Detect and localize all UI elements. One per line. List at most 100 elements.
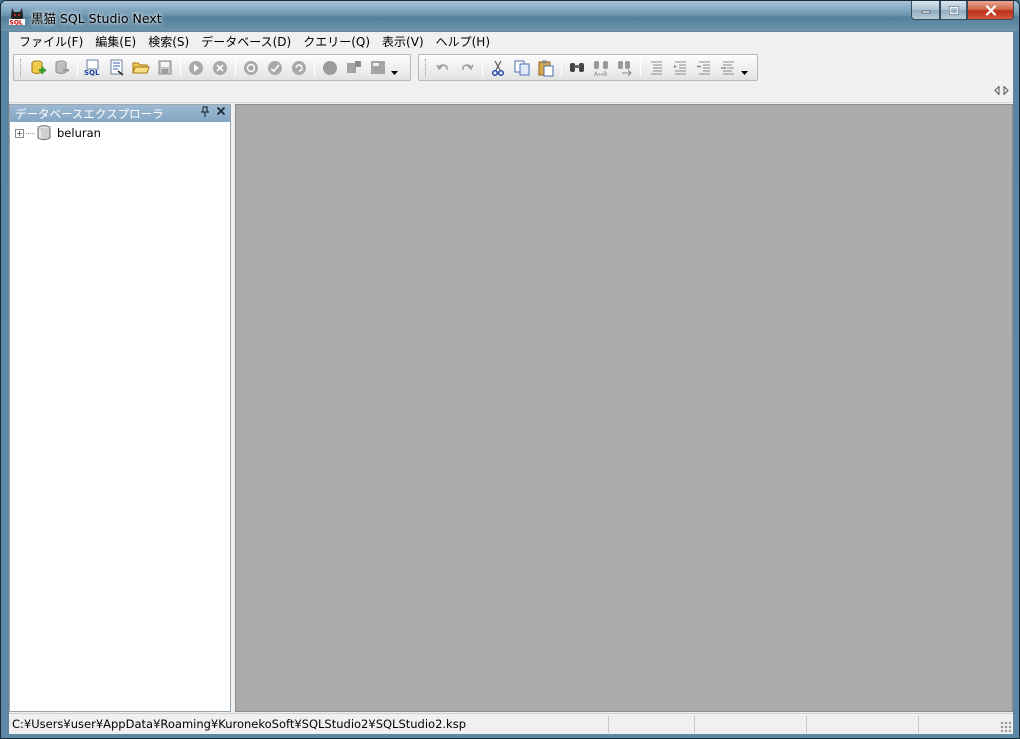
close-icon[interactable] bbox=[216, 106, 226, 116]
resize-grip[interactable] bbox=[1000, 721, 1011, 732]
new-connection-button[interactable] bbox=[28, 58, 48, 78]
comment-button[interactable] bbox=[646, 58, 666, 78]
new-connection-icon bbox=[31, 60, 46, 74]
find-button[interactable] bbox=[567, 58, 587, 78]
rollback-button[interactable] bbox=[265, 58, 285, 78]
toolbar-grip[interactable] bbox=[20, 58, 23, 77]
status-bar: C:¥Users¥user¥AppData¥Roaming¥KuronekoSo… bbox=[9, 713, 1013, 734]
menu-database[interactable]: データベース(D) bbox=[195, 33, 297, 51]
toolbar-overflow-button[interactable] bbox=[740, 58, 749, 78]
outdent-button[interactable] bbox=[718, 58, 738, 78]
toolbar-separator bbox=[180, 58, 181, 77]
save-button[interactable] bbox=[155, 58, 175, 78]
status-panel-4 bbox=[807, 715, 919, 733]
minimize-icon bbox=[921, 10, 930, 14]
commit-button[interactable] bbox=[241, 58, 261, 78]
menu-query[interactable]: クエリー(Q) bbox=[297, 33, 376, 51]
table-icon bbox=[347, 60, 361, 73]
paste-button[interactable] bbox=[536, 58, 556, 78]
comment-icon bbox=[651, 61, 662, 74]
main-toolbar: SQL bbox=[13, 54, 411, 81]
indent-icon bbox=[697, 61, 710, 74]
uncomment-icon bbox=[674, 61, 686, 74]
refresh-button[interactable] bbox=[289, 58, 309, 78]
tree-expand-button[interactable]: + bbox=[15, 128, 24, 138]
rollback-icon bbox=[268, 60, 282, 75]
pin-icon[interactable] bbox=[200, 106, 210, 118]
new-query-file-icon bbox=[110, 59, 124, 76]
svg-text:SQL: SQL bbox=[84, 69, 100, 77]
redo-button[interactable] bbox=[457, 58, 477, 78]
redo-icon bbox=[462, 63, 474, 70]
save-icon bbox=[158, 60, 172, 74]
explorer-title: データベースエクスプローラ bbox=[15, 106, 164, 121]
menu-view[interactable]: 表示(V) bbox=[376, 33, 430, 51]
maximize-icon bbox=[948, 5, 959, 15]
cut-icon bbox=[492, 60, 504, 76]
edit-toolbar: A↔B bbox=[418, 54, 758, 81]
black-cat-sql-icon: SQL bbox=[9, 8, 25, 26]
replace-button[interactable]: A↔B bbox=[591, 58, 611, 78]
status-panel-2 bbox=[609, 715, 695, 733]
toolbar-separator bbox=[235, 58, 236, 77]
database-explorer-panel: データベースエクスプローラ + beluran bbox=[9, 104, 231, 712]
title-bar[interactable]: SQL 黒猫 SQL Studio Next bbox=[1, 1, 1019, 31]
tab-scroll-arrows bbox=[994, 86, 1009, 95]
app-window: SQL 黒猫 SQL Studio Next ファイル(F) 編集(E) 検索(… bbox=[0, 0, 1020, 739]
find-next-button[interactable] bbox=[615, 58, 635, 78]
svg-text:SQL: SQL bbox=[10, 20, 23, 26]
options-icon bbox=[371, 60, 385, 74]
menu-bar: ファイル(F) 編集(E) 検索(S) データベース(D) クエリー(Q) 表示… bbox=[9, 32, 1013, 52]
tree-node-label: beluran bbox=[57, 126, 101, 140]
execute-button[interactable] bbox=[186, 58, 206, 78]
commit-icon bbox=[244, 60, 258, 75]
menu-search[interactable]: 検索(S) bbox=[142, 33, 195, 51]
menu-help[interactable]: ヘルプ(H) bbox=[430, 33, 496, 51]
find-next-icon bbox=[618, 60, 632, 76]
table-button[interactable] bbox=[344, 58, 364, 78]
disconnect-button[interactable] bbox=[52, 58, 72, 78]
new-sql-icon: SQL bbox=[84, 59, 100, 77]
toolbar-grip[interactable] bbox=[425, 58, 428, 77]
cut-button[interactable] bbox=[488, 58, 508, 78]
close-button[interactable] bbox=[967, 1, 1014, 20]
new-sql-button[interactable]: SQL bbox=[83, 58, 103, 78]
replace-icon: A↔B bbox=[594, 60, 608, 77]
refresh-icon bbox=[292, 60, 306, 75]
toolbar-separator bbox=[314, 58, 315, 77]
disconnect-icon bbox=[55, 60, 69, 74]
uncomment-button[interactable] bbox=[670, 58, 690, 78]
chevron-down-icon bbox=[741, 70, 748, 75]
window-title: 黒猫 SQL Studio Next bbox=[31, 11, 162, 26]
open-folder-icon bbox=[132, 62, 150, 73]
document-tab-strip bbox=[9, 83, 1013, 103]
tree-node-database[interactable]: + beluran bbox=[10, 124, 230, 142]
object-icon bbox=[323, 60, 337, 75]
undo-button[interactable] bbox=[433, 58, 453, 78]
client-area: ファイル(F) 編集(E) 検索(S) データベース(D) クエリー(Q) 表示… bbox=[8, 31, 1014, 734]
toolbar-area: SQL A↔B bbox=[9, 53, 1013, 82]
toolbar-separator bbox=[77, 58, 78, 77]
minimize-button[interactable] bbox=[911, 1, 940, 20]
options-button[interactable] bbox=[368, 58, 388, 78]
indent-button[interactable] bbox=[694, 58, 714, 78]
copy-button[interactable] bbox=[512, 58, 532, 78]
chevron-left-icon[interactable] bbox=[994, 86, 1000, 95]
maximize-button[interactable] bbox=[940, 1, 967, 20]
tree-connector bbox=[26, 132, 35, 134]
menu-edit[interactable]: 編集(E) bbox=[89, 33, 142, 51]
copy-icon bbox=[514, 60, 530, 75]
open-folder-button[interactable] bbox=[131, 58, 151, 78]
menu-file[interactable]: ファイル(F) bbox=[13, 33, 89, 51]
explorer-header: データベースエクスプローラ bbox=[10, 105, 230, 122]
chevron-right-icon[interactable] bbox=[1003, 86, 1009, 95]
chevron-down-icon bbox=[391, 70, 398, 75]
close-icon bbox=[985, 4, 996, 16]
new-query-file-button[interactable] bbox=[107, 58, 127, 78]
stop-button[interactable] bbox=[210, 58, 230, 78]
toolbar-separator bbox=[561, 58, 562, 77]
toolbar-overflow-button[interactable] bbox=[390, 58, 399, 78]
outdent-icon bbox=[721, 61, 734, 74]
object-button[interactable] bbox=[320, 58, 340, 78]
toolbar-separator bbox=[482, 58, 483, 77]
